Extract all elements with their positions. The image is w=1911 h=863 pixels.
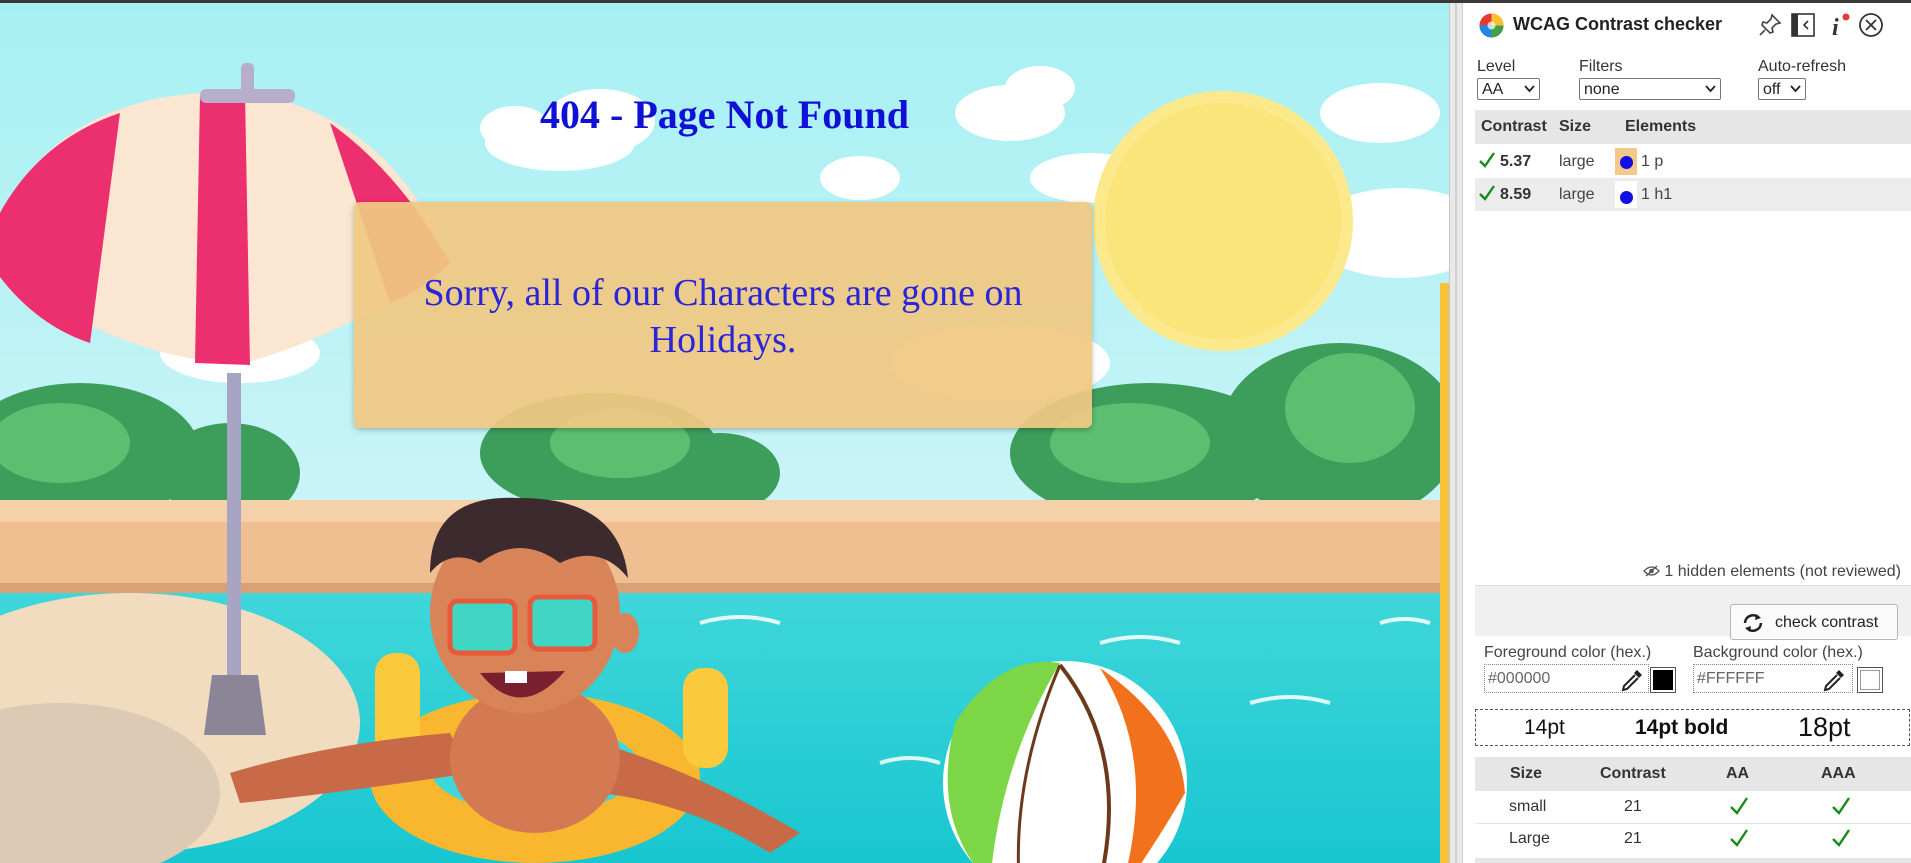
column-aaa: AAA [1821, 765, 1856, 782]
sample-18pt: 18pt [1798, 712, 1851, 742]
table-row: small 21 [1475, 792, 1911, 823]
column-size: Size [1559, 118, 1592, 135]
page-title: 404 - Page Not Found [540, 92, 909, 137]
eyedropper-icon[interactable] [1821, 667, 1847, 693]
chevron-down-icon [1524, 85, 1535, 93]
dock-side-icon[interactable] [1789, 11, 1817, 39]
text-sample-preview: 14pt 14pt bold 18pt [1475, 709, 1910, 746]
size-cell: Large [1509, 830, 1550, 847]
check-contrast-label: check contrast [1775, 614, 1879, 631]
svg-text:i: i [1832, 15, 1839, 39]
pass-check-icon [1730, 797, 1748, 815]
pass-check-icon [1832, 797, 1850, 815]
level-label: Level [1477, 58, 1516, 75]
color-dot [1620, 156, 1633, 169]
element-count[interactable]: 1 p [1637, 145, 1911, 178]
sample-14pt-bold: 14pt bold [1635, 716, 1729, 739]
foreground-swatch-fill [1653, 670, 1673, 690]
level-select[interactable]: AA [1477, 78, 1540, 100]
message-line-1: Sorry, all of our Characters are gone on [423, 272, 1023, 314]
filters-value: none [1584, 81, 1620, 98]
color-swatch-cell[interactable] [1615, 148, 1637, 175]
hidden-elements-note: 1 hidden elements (not reviewed) [1463, 563, 1901, 581]
size-cell: small [1509, 798, 1547, 815]
column-aa: AA [1726, 765, 1750, 782]
result-row-1[interactable]: 5.37 large 1 p [1475, 145, 1911, 178]
background-color-label: Background color (hex.) [1693, 644, 1863, 661]
sample-14pt: 14pt [1524, 716, 1565, 739]
contrast-cell: 21 [1624, 830, 1642, 847]
filters-label: Filters [1579, 58, 1623, 75]
level-value: AA [1482, 81, 1504, 98]
compliance-table-header: Size Contrast AA AAA [1475, 757, 1911, 791]
foreground-color-value: #000000 [1488, 670, 1551, 687]
column-contrast: Contrast [1600, 765, 1666, 782]
chevron-down-icon [1705, 85, 1716, 93]
auto-refresh-label: Auto-refresh [1758, 58, 1847, 75]
text-size: large [1559, 153, 1595, 170]
auto-refresh-select[interactable]: off [1758, 78, 1806, 100]
message-line-2: Holidays. [649, 319, 797, 361]
contrast-ratio: 8.59 [1500, 186, 1532, 203]
wcag-contrast-panel: WCAG Contrast checker i Level AA Filters… [1463, 3, 1911, 863]
resize-grip [1455, 3, 1457, 863]
background-swatch[interactable] [1857, 667, 1883, 693]
foreground-swatch[interactable] [1650, 667, 1676, 693]
message-paragraph: Sorry, all of our Characters are gone on… [354, 270, 1092, 364]
message-panel: Sorry, all of our Characters are gone on… [354, 202, 1092, 428]
panel-footer-bar [1475, 858, 1911, 863]
refresh-icon [1743, 614, 1763, 632]
result-row-2[interactable]: 8.59 large 1 h1 [1475, 178, 1911, 211]
chevron-down-icon [1790, 85, 1801, 93]
color-wheel-logo-icon [1479, 13, 1504, 38]
background-swatch-fill [1860, 670, 1880, 690]
close-icon[interactable] [1857, 11, 1885, 39]
check-contrast-button[interactable]: check contrast [1730, 604, 1898, 640]
eye-slash-icon [1643, 565, 1660, 577]
filters-select[interactable]: none [1579, 78, 1721, 100]
table-row: Large 21 [1475, 823, 1911, 855]
contrast-cell: 21 [1624, 798, 1642, 815]
pass-check-icon [1479, 185, 1495, 201]
info-icon[interactable]: i [1824, 11, 1852, 39]
pass-check-icon [1832, 829, 1850, 847]
pass-check-icon [1730, 829, 1748, 847]
panel-title: WCAG Contrast checker [1513, 14, 1723, 34]
pass-check-icon [1479, 152, 1495, 168]
element-count[interactable]: 1 h1 [1637, 178, 1911, 211]
web-page-viewport: 404 - Page Not Found Sorry, all of our C… [0, 3, 1449, 863]
eyedropper-icon[interactable] [1619, 667, 1645, 693]
foreground-color-label: Foreground color (hex.) [1484, 644, 1652, 661]
color-swatch-cell[interactable] [1615, 181, 1637, 208]
hidden-elements-text: 1 hidden elements (not reviewed) [1664, 563, 1901, 580]
contrast-ratio: 5.37 [1500, 153, 1532, 170]
color-dot [1620, 191, 1633, 204]
pin-icon[interactable] [1756, 11, 1784, 39]
column-size: Size [1510, 765, 1543, 782]
column-elements: Elements [1625, 118, 1697, 135]
panel-header: WCAG Contrast checker i [1463, 3, 1911, 43]
results-table-header: Contrast Size Elements [1475, 110, 1911, 144]
panel-resize-handle[interactable] [1449, 3, 1463, 863]
text-size: large [1559, 186, 1595, 203]
column-contrast: Contrast [1481, 118, 1547, 135]
auto-refresh-value: off [1763, 81, 1781, 98]
background-color-value: #FFFFFF [1697, 670, 1765, 687]
